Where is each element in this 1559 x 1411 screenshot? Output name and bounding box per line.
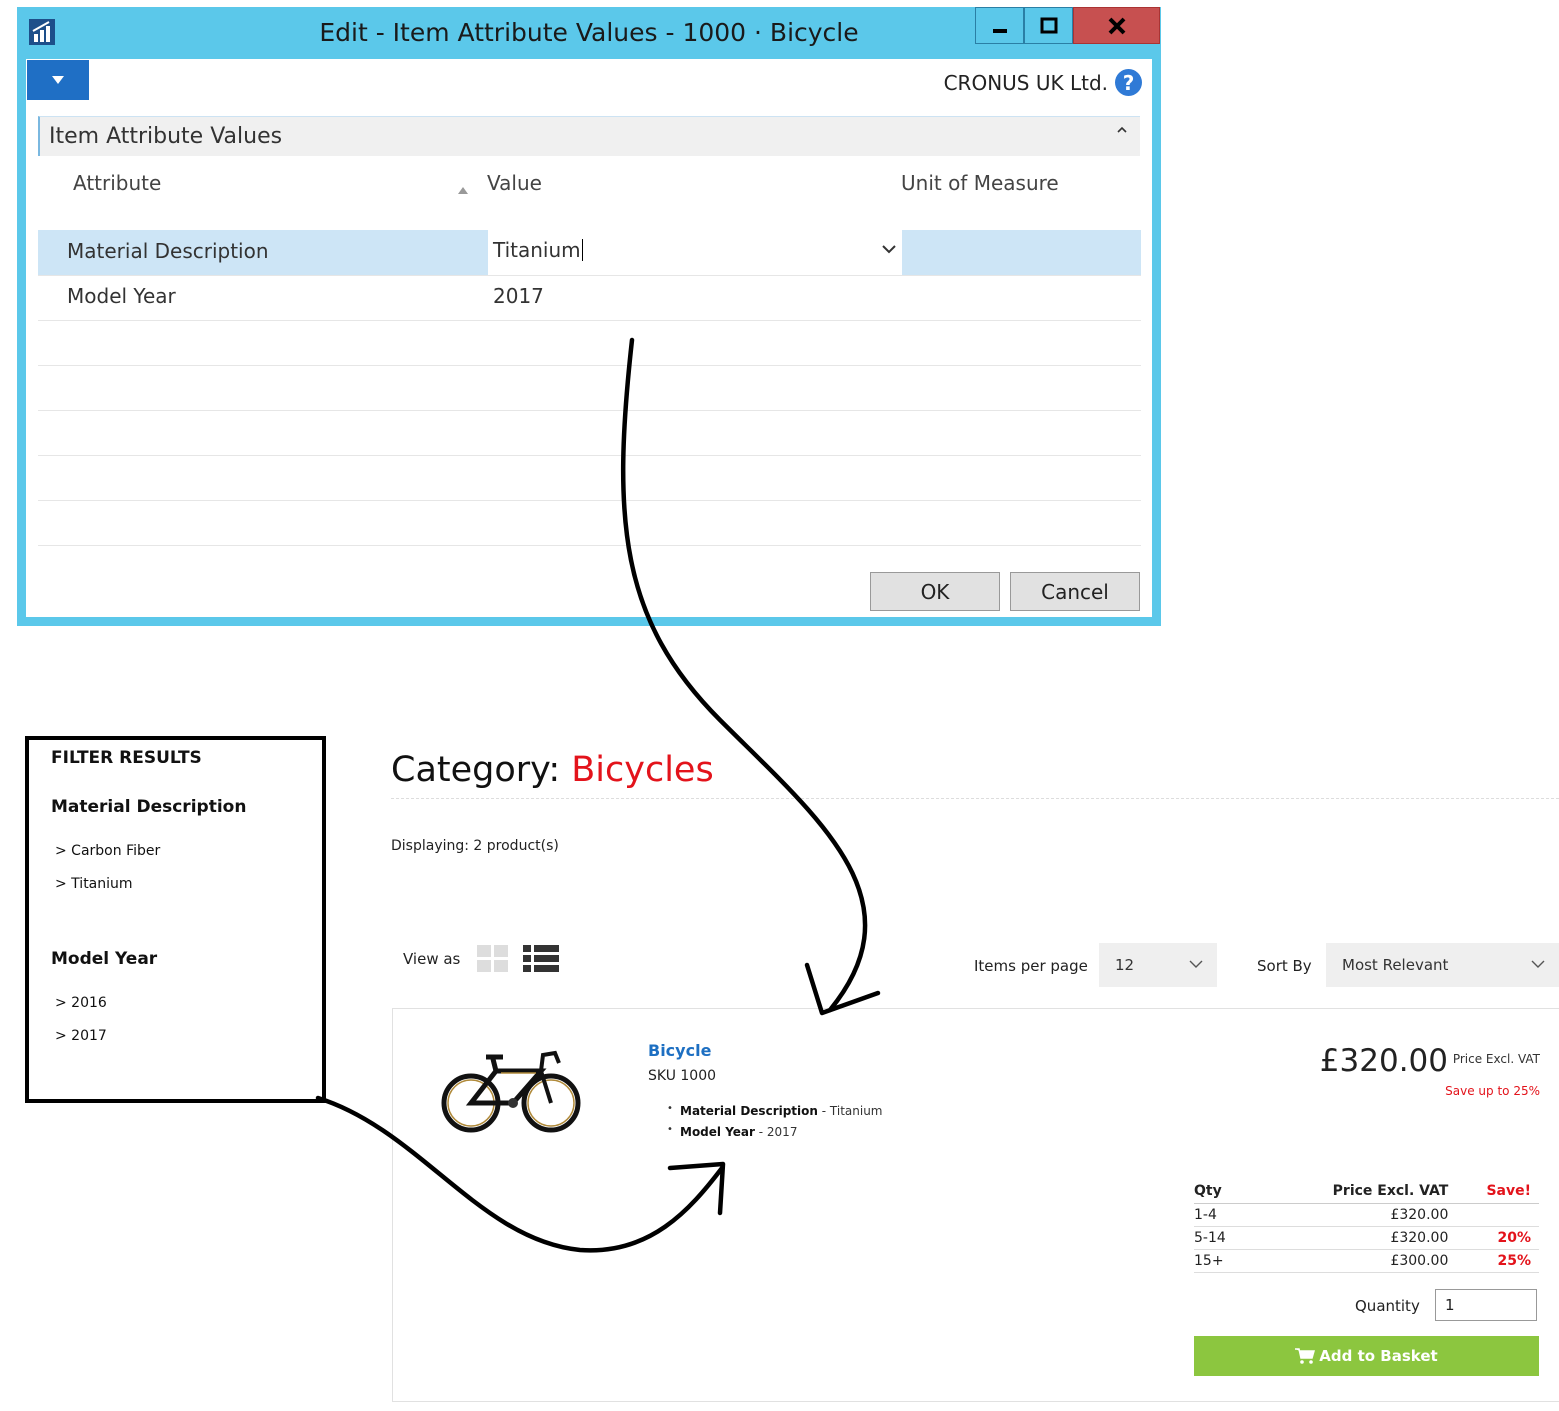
tier-price: £320.00 xyxy=(1248,1203,1449,1227)
row-value: 2017 xyxy=(493,284,544,308)
tier-price: £320.00 xyxy=(1248,1226,1449,1250)
empty-grid-row[interactable] xyxy=(38,410,1141,456)
result-count: Displaying: 2 product(s) xyxy=(391,838,559,854)
value-input-text[interactable]: Titanium xyxy=(493,239,583,261)
dialog-body: CRONUS UK Ltd. ? Item Attribute Values A… xyxy=(26,59,1152,617)
maximize-icon xyxy=(1040,17,1057,33)
tier-save: 25% xyxy=(1448,1249,1539,1273)
row-attribute: Material Description xyxy=(67,239,269,263)
tier-save: 20% xyxy=(1448,1226,1539,1250)
sort-by-value: Most Relevant xyxy=(1342,956,1449,974)
cancel-button[interactable]: Cancel xyxy=(1010,572,1140,611)
edit-dialog-window: Edit - Item Attribute Values - 1000 · Bi… xyxy=(17,7,1161,626)
filter-group-title: Model Year xyxy=(51,949,158,969)
product-price: £320.00 xyxy=(1319,1043,1448,1079)
minimize-icon xyxy=(992,28,1007,33)
tier-header-price: Price Excl. VAT xyxy=(1248,1181,1449,1204)
arrowhead xyxy=(804,962,881,1016)
table-row: 5-14 £320.00 20% xyxy=(1194,1226,1539,1250)
product-name-link[interactable]: Bicycle xyxy=(648,1041,711,1060)
column-header-attribute[interactable]: Attribute xyxy=(73,171,161,195)
collapse-icon[interactable] xyxy=(1116,125,1128,135)
product-attribute: Model Year - 2017 xyxy=(667,1124,798,1139)
filter-option[interactable]: > Titanium xyxy=(55,876,133,892)
table-row: 1-4 £320.00 xyxy=(1194,1203,1539,1227)
items-per-page-select[interactable]: 12 xyxy=(1099,943,1217,987)
items-per-page-label: Items per page xyxy=(974,957,1088,975)
category-value: Bicycles xyxy=(571,750,714,790)
title-bar[interactable]: Edit - Item Attribute Values - 1000 · Bi… xyxy=(17,7,1161,59)
table-row: 15+ £300.00 25% xyxy=(1194,1249,1539,1273)
chevron-down-icon xyxy=(1189,960,1203,968)
ok-button[interactable]: OK xyxy=(870,572,1000,611)
product-sku: SKU 1000 xyxy=(648,1068,717,1084)
price-tier-table: Qty Price Excl. VAT Save! 1-4 £320.00 5-… xyxy=(1194,1181,1539,1273)
grid-view-icon[interactable] xyxy=(477,945,509,973)
category-label: Category: xyxy=(391,750,561,790)
company-name: CRONUS UK Ltd. xyxy=(943,71,1108,95)
attribute-name: Material Description xyxy=(680,1104,818,1118)
tier-header-save: Save! xyxy=(1448,1181,1539,1204)
empty-grid-row[interactable] xyxy=(38,500,1141,546)
quantity-label: Quantity xyxy=(1355,1297,1420,1315)
tier-qty: 5-14 xyxy=(1194,1226,1249,1250)
section-header[interactable]: Item Attribute Values xyxy=(38,116,1140,156)
row-attribute: Model Year xyxy=(67,284,176,308)
chevron-down-icon[interactable] xyxy=(880,242,898,256)
tier-price: £300.00 xyxy=(1248,1249,1449,1273)
column-header-value[interactable]: Value xyxy=(487,171,542,195)
tier-qty: 15+ xyxy=(1194,1249,1249,1273)
product-attribute: Material Description - Titanium xyxy=(667,1103,883,1118)
empty-grid-row[interactable] xyxy=(38,320,1141,366)
dropdown-arrow-icon xyxy=(52,76,64,84)
filter-option[interactable]: > Carbon Fiber xyxy=(55,843,160,859)
close-button[interactable] xyxy=(1073,7,1160,44)
chevron-down-icon xyxy=(1531,960,1545,968)
value-combobox[interactable]: Titanium xyxy=(488,230,902,275)
save-note: Save up to 25% xyxy=(1445,1084,1540,1098)
category-heading: Category: Bicycles xyxy=(391,750,714,790)
price-note: Price Excl. VAT xyxy=(1452,1052,1540,1066)
filter-group-title: Material Description xyxy=(51,797,247,817)
shopping-cart-icon xyxy=(1295,1348,1316,1364)
add-to-basket-button[interactable]: Add to Basket xyxy=(1194,1336,1539,1376)
filter-title: FILTER RESULTS xyxy=(51,748,202,768)
tier-save xyxy=(1448,1203,1539,1227)
section-title: Item Attribute Values xyxy=(49,124,283,149)
attribute-name: Model Year xyxy=(680,1125,755,1139)
tier-header-qty: Qty xyxy=(1194,1181,1249,1204)
empty-grid-row[interactable] xyxy=(38,365,1141,411)
sort-by-select[interactable]: Most Relevant xyxy=(1326,943,1559,987)
minimize-button[interactable] xyxy=(975,7,1024,44)
grid-row-selected[interactable]: Material Description Titanium xyxy=(38,230,1141,276)
product-card: Bicycle SKU 1000 Material Description - … xyxy=(392,1008,1559,1402)
tier-qty: 1-4 xyxy=(1194,1203,1249,1227)
items-per-page-value: 12 xyxy=(1115,956,1135,974)
list-view-icon[interactable] xyxy=(523,945,559,973)
attribute-value: - Titanium xyxy=(817,1104,883,1118)
maximize-button[interactable] xyxy=(1024,7,1073,44)
sort-ascending-icon xyxy=(458,187,468,194)
attribute-value: - 2017 xyxy=(754,1125,798,1139)
column-header-unit[interactable]: Unit of Measure xyxy=(901,171,1059,195)
filter-panel: FILTER RESULTS Material Description > Ca… xyxy=(25,736,326,1103)
bicycle-image[interactable] xyxy=(441,1041,581,1137)
grid-row[interactable]: Model Year 2017 xyxy=(38,275,1141,321)
filter-option[interactable]: > 2017 xyxy=(55,1028,107,1044)
close-icon xyxy=(1108,17,1125,34)
quantity-input[interactable] xyxy=(1435,1289,1537,1321)
action-menu-button[interactable] xyxy=(27,60,89,100)
add-to-basket-label: Add to Basket xyxy=(1319,1347,1438,1365)
filter-option[interactable]: > 2016 xyxy=(55,995,107,1011)
view-as-label: View as xyxy=(403,950,461,968)
help-icon[interactable]: ? xyxy=(1115,69,1142,96)
divider xyxy=(391,798,1559,799)
sort-by-label: Sort By xyxy=(1257,957,1312,975)
empty-grid-row[interactable] xyxy=(38,455,1141,501)
